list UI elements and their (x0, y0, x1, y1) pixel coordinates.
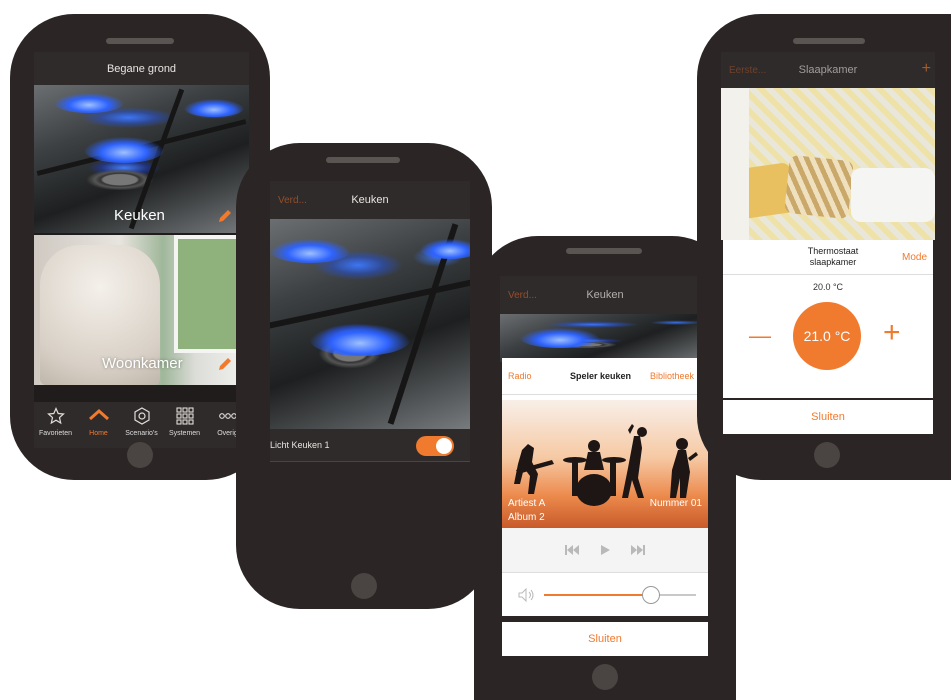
nav-label: Home (89, 430, 108, 437)
top-bar: Eerste... Slaapkamer + (721, 52, 935, 88)
close-label: Sluiten (588, 633, 622, 645)
volume-row (502, 572, 708, 616)
tab-player[interactable]: Speler keuken (570, 371, 631, 381)
phone-home: Begane grond Keuken Woonkamer Favorieten… (10, 14, 270, 480)
page-title: Keuken (351, 194, 389, 206)
page-title: Slaapkamer (798, 64, 858, 76)
nav-item-systemen[interactable]: Systemen (163, 402, 206, 448)
light-toggle[interactable] (416, 436, 454, 456)
thermostat-header: Thermostaat slaapkamer Mode (723, 240, 933, 275)
home-button[interactable] (814, 442, 840, 468)
star-icon (46, 407, 65, 425)
transport-controls (502, 528, 708, 573)
room-tile-woonkamer[interactable]: Woonkamer (34, 235, 249, 385)
close-button[interactable]: Sluiten (723, 400, 933, 434)
page-title: Keuken (586, 289, 624, 301)
flame-image (84, 137, 164, 163)
close-label: Sluiten (811, 411, 845, 423)
flame-image (520, 328, 600, 348)
back-link[interactable]: Eerste... (729, 65, 766, 76)
bedroom-image (721, 88, 935, 240)
flame-image (184, 99, 244, 117)
volume-fill (544, 594, 651, 596)
phone-keuken-light: Verd... Keuken Licht Keuken 1 (236, 143, 492, 609)
increase-button[interactable]: + (883, 318, 901, 348)
setpoint-temperature: 21.0 °C (803, 328, 851, 344)
volume-slider[interactable] (544, 586, 696, 604)
headboard-image (721, 88, 749, 240)
light-label: Licht Keuken 1 (270, 440, 330, 450)
album-name: Album 2 (508, 512, 545, 523)
volume-mute-icon[interactable] (518, 588, 536, 602)
speaker-grille (793, 38, 865, 44)
tab-radio[interactable]: Radio (508, 371, 532, 381)
thermostat-title: Thermostaat slaapkamer (807, 246, 859, 267)
kitchen-image (500, 314, 710, 362)
pillow-image (784, 154, 854, 220)
speaker-grille (566, 248, 642, 254)
scenario-icon (133, 407, 150, 425)
next-icon[interactable] (630, 544, 646, 556)
track-name: Nummer 01 (649, 498, 702, 509)
grid-icon (175, 407, 194, 425)
album-art: Artiest A Album 2 Nummer 01 (502, 400, 708, 528)
flame-image (270, 239, 350, 263)
nav-label: Scenario's (125, 430, 158, 437)
flame-image (310, 324, 410, 356)
toggle-knob (436, 438, 452, 454)
player-screen: Verd... Keuken Radio Speler keuken Bibli… (500, 276, 710, 658)
nav-label: Systemen (168, 430, 201, 437)
nav-label: Favorieten (38, 430, 73, 437)
home-screen: Begane grond Keuken Woonkamer Favorieten… (34, 52, 249, 448)
measured-temperature: 20.0 °C (812, 282, 844, 292)
home-icon (88, 408, 109, 421)
back-link[interactable]: Verd... (278, 195, 307, 206)
flame-image (420, 239, 470, 259)
mode-button[interactable]: Mode (902, 252, 927, 263)
artist-name: Artiest A (508, 498, 546, 509)
previous-icon[interactable] (564, 544, 580, 556)
phone-thermostat: Eerste... Slaapkamer + Thermostaat slaap… (697, 14, 951, 480)
top-bar: Begane grond (34, 52, 249, 85)
play-icon[interactable] (599, 544, 611, 556)
top-bar: Verd... Keuken (270, 181, 470, 219)
volume-thumb[interactable] (642, 586, 661, 604)
nav-item-home[interactable]: Home (77, 402, 120, 448)
page-title: Begane grond (106, 62, 177, 75)
thermostat-card: Thermostaat slaapkamer Mode 20.0 °C — 21… (723, 240, 933, 398)
player-tabs: Radio Speler keuken Bibliotheek (502, 358, 708, 395)
speaker-grille (106, 38, 174, 44)
room-tile-keuken[interactable]: Keuken (34, 85, 249, 233)
light-row: Licht Keuken 1 (270, 429, 470, 462)
flame-image (54, 93, 124, 113)
room-label: Woonkamer (102, 355, 183, 372)
speaker-grille (326, 157, 400, 163)
add-button[interactable]: + (922, 60, 931, 78)
player-card: Radio Speler keuken Bibliotheek Artiest … (502, 358, 708, 616)
home-button[interactable] (592, 664, 618, 690)
more-icon (218, 413, 237, 419)
pillow-image (851, 168, 935, 222)
close-button[interactable]: Sluiten (502, 622, 708, 656)
home-button[interactable] (127, 442, 153, 468)
edit-icon[interactable] (216, 207, 234, 225)
kitchen-image (270, 219, 470, 429)
home-button[interactable] (351, 573, 377, 599)
room-label: Keuken (114, 207, 165, 224)
setpoint-dial: 21.0 °C (793, 302, 861, 370)
nav-item-favorieten[interactable]: Favorieten (34, 402, 77, 448)
decrease-button[interactable]: — (749, 325, 771, 347)
top-bar: Verd... Keuken (500, 276, 710, 314)
back-link[interactable]: Verd... (508, 290, 537, 301)
tab-library[interactable]: Bibliotheek (650, 371, 694, 381)
thermostat-screen: Eerste... Slaapkamer + Thermostaat slaap… (721, 52, 935, 448)
light-screen: Verd... Keuken Licht Keuken 1 (270, 181, 470, 499)
edit-icon[interactable] (216, 355, 234, 373)
